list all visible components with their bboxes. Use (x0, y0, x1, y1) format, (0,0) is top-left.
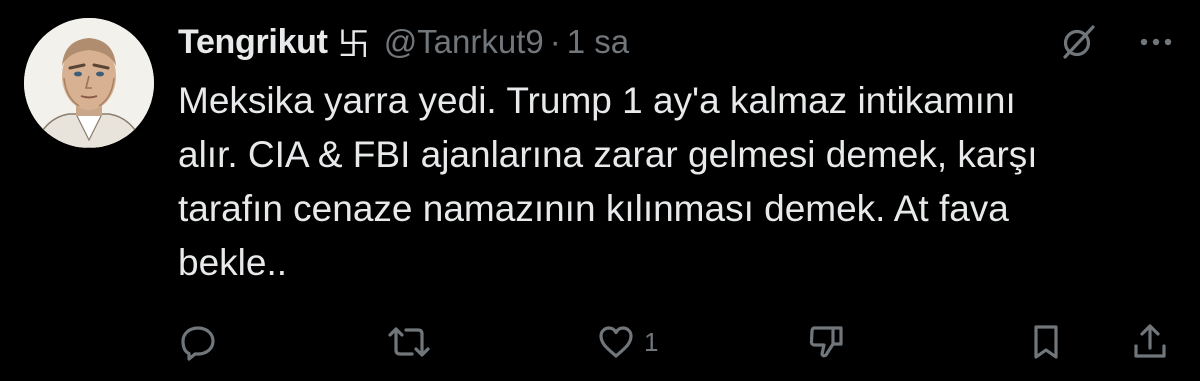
user-handle[interactable]: @Tanrkut9 (384, 23, 544, 61)
share-icon (1130, 322, 1170, 362)
more-options-icon[interactable] (1138, 24, 1174, 65)
dislike-button[interactable] (806, 322, 854, 362)
tweet[interactable]: Tengrikut 卐 @Tanrkut9 · 1 sa Meksika yar… (0, 0, 1200, 381)
reply-icon (178, 322, 218, 362)
tweet-text: Meksika yarra yedi. Trump 1 ay'a kalmaz … (178, 74, 1178, 290)
tweet-header: Tengrikut 卐 @Tanrkut9 · 1 sa (178, 20, 629, 64)
share-button[interactable] (1130, 322, 1170, 362)
tweet-text-line: alır. CIA & FBI ajanlarına zarar gelmesi… (178, 134, 1038, 175)
like-count: 1 (644, 326, 659, 357)
tweet-actions: 1 (178, 318, 1174, 366)
retweet-icon (386, 322, 432, 362)
name-symbol: 卐 (337, 25, 370, 63)
bookmark-button[interactable] (1026, 322, 1066, 362)
top-right-icons (1058, 22, 1174, 67)
grok-icon[interactable] (1058, 22, 1098, 67)
retweet-button[interactable] (386, 322, 440, 362)
separator-dot: · (549, 23, 561, 60)
post-time[interactable]: 1 sa (567, 23, 629, 61)
bookmark-icon (1026, 322, 1066, 362)
tweet-text-line: Meksika yarra yedi. Trump 1 ay'a kalmaz … (178, 80, 1016, 121)
reply-button[interactable] (178, 322, 226, 362)
heart-icon (596, 322, 636, 362)
avatar-portrait-image (24, 18, 154, 148)
like-button[interactable]: 1 (596, 322, 658, 362)
dislike-icon (806, 322, 846, 362)
tweet-text-line: bekle.. (178, 242, 288, 283)
display-name[interactable]: Tengrikut (178, 23, 328, 62)
tweet-text-line: tarafın cenaze namazının kılınması demek… (178, 188, 1009, 229)
avatar[interactable] (24, 18, 154, 148)
